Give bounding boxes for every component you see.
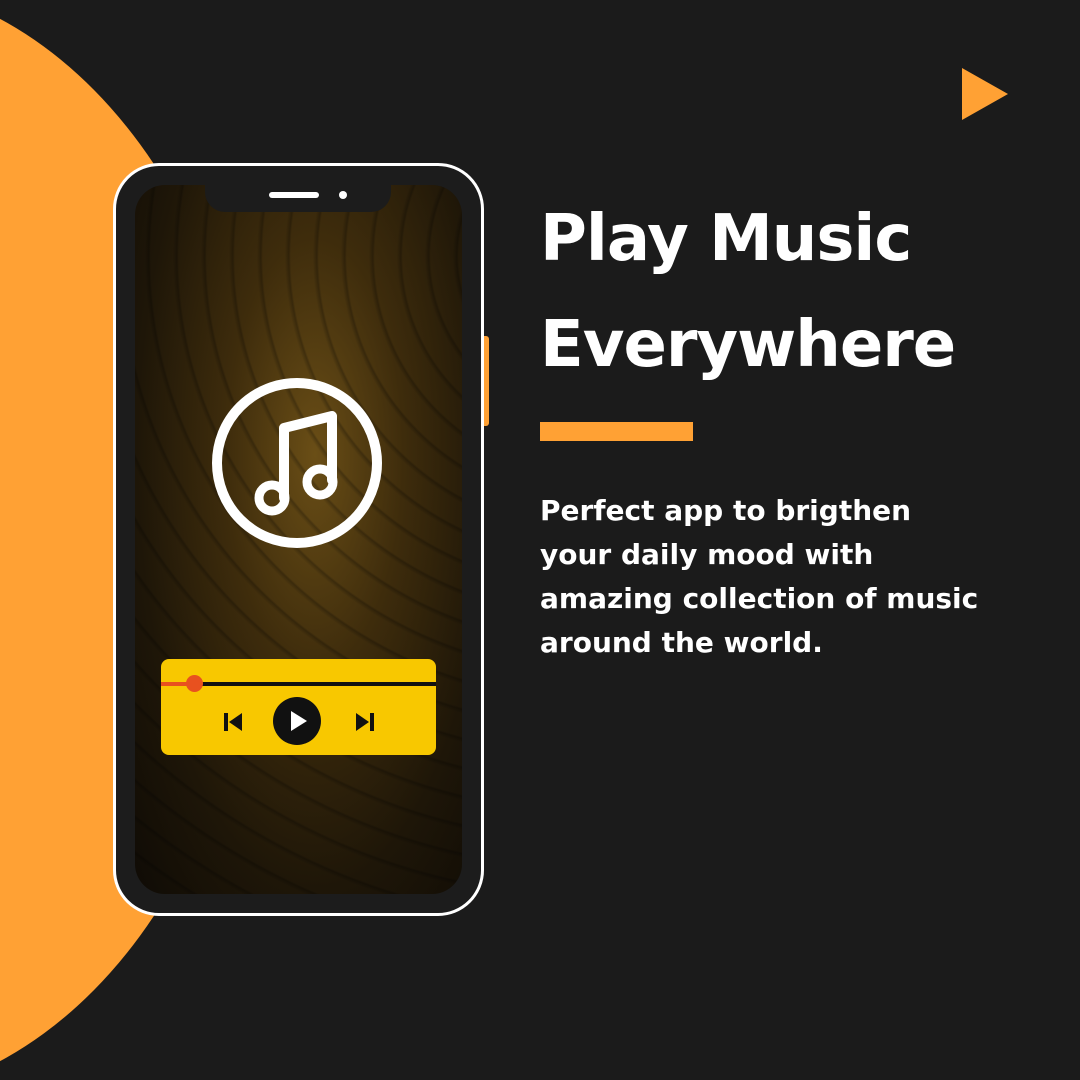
skip-previous-button[interactable] <box>221 710 245 734</box>
headline: Play Music Everywhere <box>540 186 956 398</box>
play-button[interactable] <box>273 697 321 745</box>
body-line-1: Perfect app to brigthen <box>540 494 912 527</box>
music-note-icon <box>212 378 382 548</box>
poster: Play Music Everywhere Perfect app to bri… <box>0 0 1080 1080</box>
play-icon <box>291 711 307 731</box>
skip-previous-icon <box>224 713 242 731</box>
headline-line-1: Play Music <box>540 202 912 276</box>
headline-line-2: Everywhere <box>540 308 956 382</box>
music-player-bar <box>161 659 436 755</box>
phone-notch <box>205 182 391 212</box>
skip-next-icon <box>356 713 374 731</box>
play-triangle-icon <box>962 68 1008 120</box>
body-line-4: around the world. <box>540 626 823 659</box>
progress-knob[interactable] <box>186 675 203 692</box>
phone-mockup <box>113 163 484 916</box>
skip-next-button[interactable] <box>353 710 377 734</box>
body-text: Perfect app to brigthen your daily mood … <box>540 489 1040 665</box>
phone-speaker <box>269 192 319 198</box>
body-line-3: amazing collection of music <box>540 582 979 615</box>
phone-screen <box>135 185 462 894</box>
body-line-2: your daily mood with <box>540 538 874 571</box>
accent-bar <box>540 422 693 441</box>
phone-camera <box>339 191 347 199</box>
